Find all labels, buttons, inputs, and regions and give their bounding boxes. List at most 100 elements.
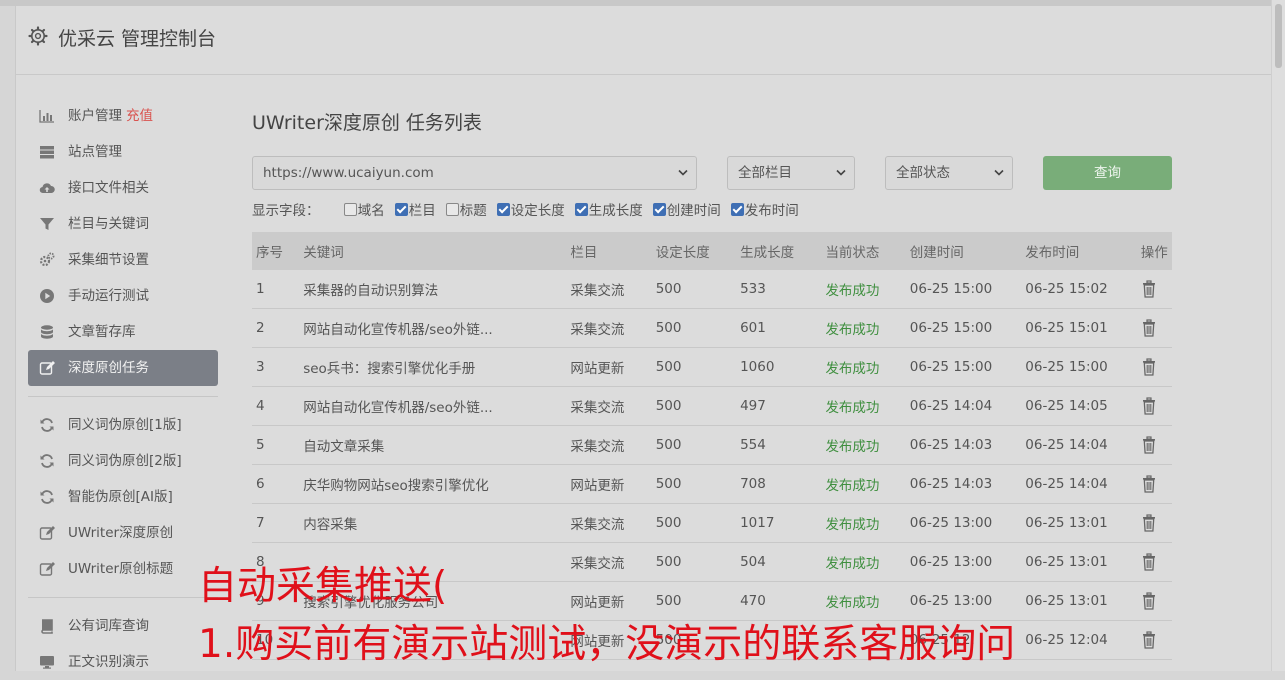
field-checkbox[interactable]: 设定长度 bbox=[496, 201, 565, 221]
query-button[interactable]: 查询 bbox=[1043, 156, 1172, 190]
table-cell: 06-25 15:02 bbox=[1021, 270, 1137, 309]
table-cell: 网站更新 bbox=[566, 347, 652, 387]
table-row: 4 网站自动化宣传机器/seo外链... 采集交流 500 497 发布成功 06-25 1… bbox=[252, 386, 1172, 426]
action-cell bbox=[1136, 270, 1172, 309]
trash-icon[interactable] bbox=[1141, 319, 1157, 337]
table-cell: 06-25 14:04 bbox=[905, 386, 1022, 426]
checkbox-box[interactable] bbox=[445, 203, 459, 216]
edit-icon bbox=[39, 526, 55, 540]
sidebar-divider bbox=[28, 396, 218, 397]
sidebar-item-public-lexicon[interactable]: 公有词库查询 bbox=[28, 608, 218, 644]
checkbox-label: 生成长度 bbox=[588, 203, 643, 219]
trash-icon[interactable] bbox=[1141, 631, 1157, 649]
sidebar-item-synonym-v1[interactable]: 同义词伪原创[1版] bbox=[28, 407, 218, 443]
table-cell: 500 bbox=[651, 464, 737, 504]
column-select-value: 全部栏目 bbox=[738, 165, 792, 181]
table-cell: 内容采集 bbox=[299, 503, 567, 543]
play-icon bbox=[40, 289, 54, 303]
scrollbar-thumb[interactable] bbox=[1275, 4, 1282, 68]
checkbox-box[interactable] bbox=[496, 203, 510, 216]
column-header: 当前状态 bbox=[821, 232, 906, 270]
table-row: 5 自动文章采集 采集交流 500 554 发布成功 06-25 14:03 06-25 14… bbox=[252, 425, 1172, 465]
table-cell: 采集交流 bbox=[566, 270, 652, 309]
action-cell bbox=[1136, 581, 1172, 621]
action-cell bbox=[1136, 503, 1172, 543]
overlay-caption-line1: 自动采集推送( bbox=[198, 564, 448, 609]
column-select[interactable]: 全部栏目 bbox=[727, 156, 855, 190]
sidebar-nav: 账户管理 充值 站点管理 接口文件相关 栏目与关键词 采集细节设置 手动运行测试 … bbox=[28, 98, 218, 680]
table-cell: 06-25 13:00 bbox=[905, 542, 1022, 582]
sidebar-item-label: 深度原创任务 bbox=[68, 360, 149, 376]
recharge-link[interactable]: 充值 bbox=[126, 108, 153, 124]
sidebar-item-manual-run[interactable]: 手动运行测试 bbox=[28, 278, 218, 314]
table-row: 1 采集器的自动识别算法 采集交流 500 533 发布成功 06-25 15:00 06-2… bbox=[252, 270, 1172, 309]
edit-icon bbox=[39, 562, 55, 576]
action-cell bbox=[1136, 542, 1172, 582]
table-cell: 发布成功 bbox=[821, 308, 906, 348]
gears-icon bbox=[39, 252, 55, 267]
table-row: 6 庆华购物网站seo搜索引擎优化 网站更新 500 708 发布成功 06-25 14:0… bbox=[252, 464, 1172, 504]
table-cell: 533 bbox=[736, 270, 822, 309]
trash-icon[interactable] bbox=[1141, 280, 1157, 298]
table-cell: 1 bbox=[252, 270, 300, 309]
trash-icon[interactable] bbox=[1141, 553, 1157, 571]
sidebar-item-sites[interactable]: 站点管理 bbox=[28, 134, 218, 170]
status-select[interactable]: 全部状态 bbox=[885, 156, 1013, 190]
sidebar-item-api-files[interactable]: 接口文件相关 bbox=[28, 170, 218, 206]
table-cell: 06-25 13:01 bbox=[1021, 581, 1137, 621]
checkbox-box[interactable] bbox=[343, 203, 357, 216]
field-checkbox[interactable]: 创建时间 bbox=[652, 201, 721, 221]
trash-icon[interactable] bbox=[1141, 475, 1157, 493]
action-cell bbox=[1136, 620, 1172, 660]
checkbox-label: 栏目 bbox=[408, 203, 436, 219]
overlay-caption-line2: 1.购买前有演示站测试，没演示的联系客服询问 bbox=[198, 622, 1016, 667]
bar-chart-icon bbox=[39, 110, 54, 123]
book-icon bbox=[41, 619, 53, 634]
field-checkbox[interactable]: 标题 bbox=[445, 201, 487, 221]
chevron-down-icon bbox=[678, 169, 688, 176]
trash-icon[interactable] bbox=[1141, 514, 1157, 532]
chevron-down-icon bbox=[836, 169, 846, 176]
field-checkbox[interactable]: 发布时间 bbox=[730, 201, 799, 221]
sidebar-item-synonym-v2[interactable]: 同义词伪原创[2版] bbox=[28, 443, 218, 479]
column-header: 栏目 bbox=[566, 232, 652, 270]
sidebar-item-uwriter-deep[interactable]: UWriter深度原创 bbox=[28, 515, 218, 551]
table-row: 7 内容采集 采集交流 500 1017 发布成功 06-25 13:00 06-25 13:… bbox=[252, 503, 1172, 543]
checkbox-box[interactable] bbox=[730, 203, 744, 216]
field-checkbox[interactable]: 栏目 bbox=[394, 201, 436, 221]
sidebar-item-text-recognition[interactable]: 正文识别演示 bbox=[28, 644, 218, 680]
table-cell: 庆华购物网站seo搜索引擎优化 bbox=[299, 464, 567, 504]
sidebar-item-article-store[interactable]: 文章暂存库 bbox=[28, 314, 218, 350]
action-cell bbox=[1136, 425, 1172, 465]
table-cell: 601 bbox=[736, 308, 822, 348]
checkbox-label: 域名 bbox=[357, 203, 385, 219]
field-checkbox[interactable]: 域名 bbox=[343, 201, 385, 221]
sidebar-item-ai-rewrite[interactable]: 智能伪原创[AI版] bbox=[28, 479, 218, 515]
trash-icon[interactable] bbox=[1141, 397, 1157, 415]
table-cell: 发布成功 bbox=[821, 386, 906, 426]
trash-icon[interactable] bbox=[1141, 358, 1157, 376]
edit-icon bbox=[39, 361, 55, 375]
checkbox-box[interactable] bbox=[652, 203, 666, 216]
sidebar-divider bbox=[28, 597, 218, 598]
table-row: 3 seo兵书：搜索引擎优化手册 网站更新 500 1060 发布成功 06-25 15:0… bbox=[252, 347, 1172, 387]
table-cell: seo兵书：搜索引擎优化手册 bbox=[299, 347, 567, 387]
table-cell: 497 bbox=[736, 386, 822, 426]
trash-icon[interactable] bbox=[1141, 436, 1157, 454]
sidebar-item-uwriter-title[interactable]: UWriter原创标题 bbox=[28, 551, 218, 587]
checkbox-box[interactable] bbox=[394, 203, 408, 216]
sidebar-item-deep-original-task[interactable]: 深度原创任务 bbox=[28, 350, 218, 386]
trash-icon[interactable] bbox=[1141, 592, 1157, 610]
refresh-icon bbox=[40, 418, 54, 432]
field-checkbox[interactable]: 生成长度 bbox=[574, 201, 643, 221]
sidebar-item-collect-settings[interactable]: 采集细节设置 bbox=[28, 242, 218, 278]
checkbox-box[interactable] bbox=[574, 203, 588, 216]
cloud-upload-icon bbox=[39, 183, 55, 194]
table-cell: 06-25 14:05 bbox=[1021, 386, 1137, 426]
sidebar-item-label: 栏目与关键词 bbox=[68, 216, 149, 232]
site-select[interactable]: https://www.ucaiyun.com bbox=[252, 156, 697, 190]
sidebar-item-columns-keywords[interactable]: 栏目与关键词 bbox=[28, 206, 218, 242]
sidebar-item-account[interactable]: 账户管理 充值 bbox=[28, 98, 218, 134]
page-scrollbar[interactable] bbox=[1271, 0, 1285, 671]
display-fields: 显示字段： 域名 栏目 标题 设定长度 生成长度 创建时间 发布时间 bbox=[252, 201, 809, 221]
